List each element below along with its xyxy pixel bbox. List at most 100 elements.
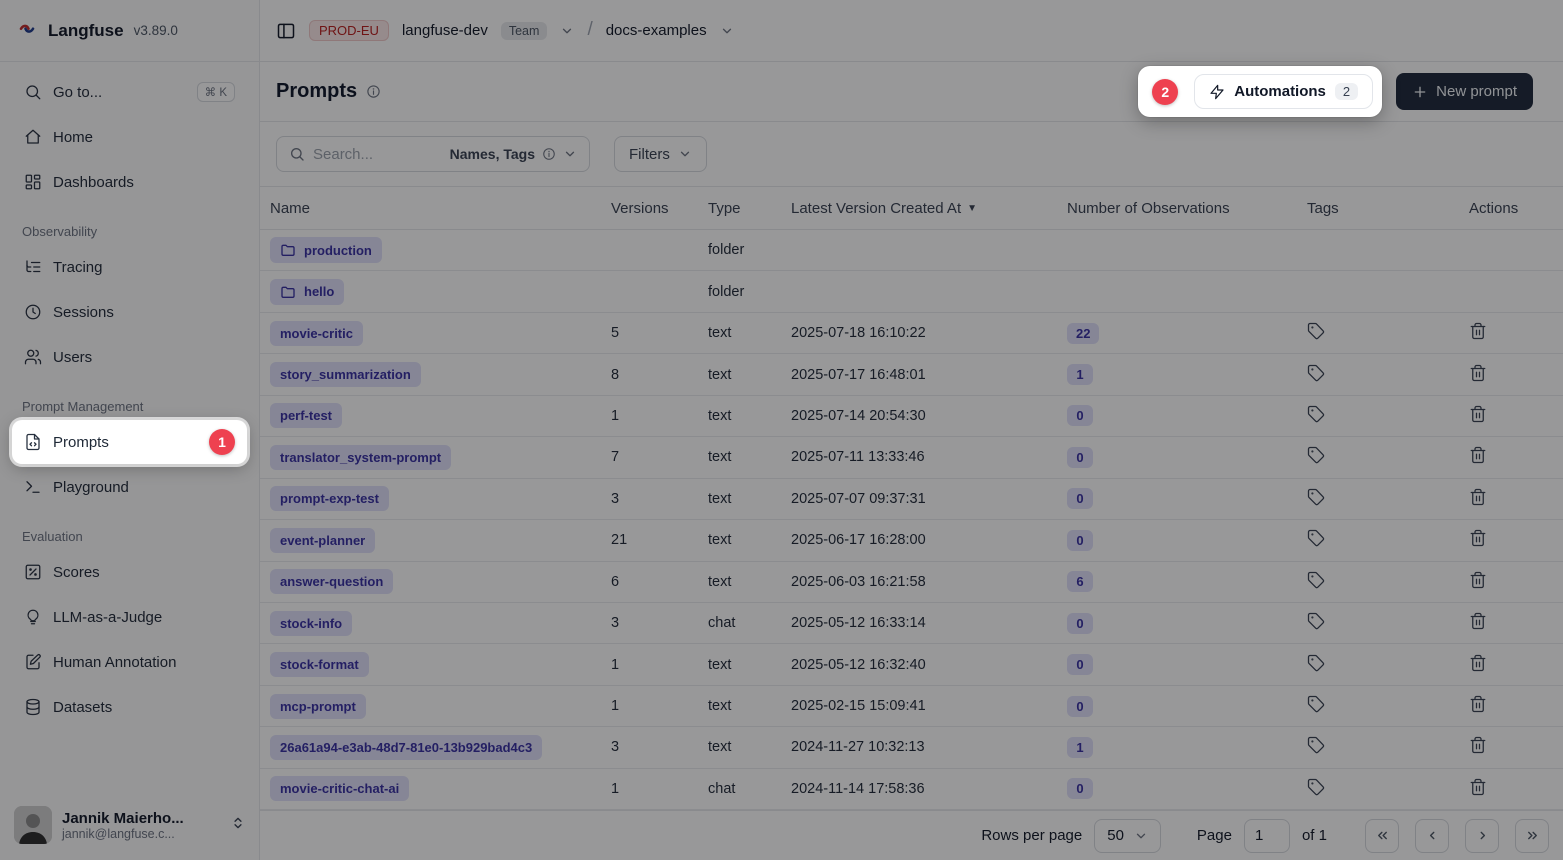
delete-button[interactable] <box>1469 529 1487 547</box>
delete-button[interactable] <box>1469 778 1487 796</box>
prompt-name-link[interactable]: movie-critic-chat-ai <box>270 776 409 801</box>
sidebar-nav: Go to... ⌘ K Home Dashboards Observabili… <box>0 62 259 794</box>
info-icon <box>542 147 556 161</box>
search-input[interactable] <box>313 146 442 163</box>
col-name[interactable]: Name <box>270 200 611 217</box>
created-cell: 2025-07-14 20:54:30 <box>791 408 1067 424</box>
annotation-badge-1: 1 <box>209 429 235 455</box>
first-page-button[interactable] <box>1365 819 1399 853</box>
automations-button[interactable]: Automations 2 <box>1194 74 1373 109</box>
versions-cell: 1 <box>611 657 708 673</box>
tag-icon[interactable] <box>1307 612 1325 630</box>
tag-icon[interactable] <box>1307 364 1325 382</box>
prompt-name-link[interactable]: event-planner <box>270 528 375 553</box>
prompt-name-link[interactable]: mcp-prompt <box>270 694 366 719</box>
type-cell: chat <box>708 781 791 797</box>
delete-button[interactable] <box>1469 322 1487 340</box>
user-menu[interactable]: Jannik Maierho... jannik@langfuse.c... <box>0 794 259 860</box>
delete-button[interactable] <box>1469 405 1487 423</box>
automations-count-badge: 2 <box>1335 83 1358 100</box>
prompt-name-link[interactable]: stock-format <box>270 652 369 677</box>
tag-icon[interactable] <box>1307 488 1325 506</box>
prompt-name: event-planner <box>280 533 365 548</box>
prompt-name-link[interactable]: 26a61a94-e3ab-48d7-81e0-13b929bad4c3 <box>270 735 542 760</box>
sidebar-item-prompts[interactable]: Prompts 1 <box>12 420 247 464</box>
col-type[interactable]: Type <box>708 200 791 217</box>
sidebar-item-datasets[interactable]: Datasets <box>12 689 247 725</box>
chevron-down-icon[interactable] <box>720 24 734 38</box>
col-tags[interactable]: Tags <box>1307 200 1469 217</box>
last-page-button[interactable] <box>1515 819 1549 853</box>
prompt-name-link[interactable]: perf-test <box>270 403 342 428</box>
tag-icon[interactable] <box>1307 405 1325 423</box>
info-icon[interactable] <box>366 84 381 99</box>
prompt-name: stock-format <box>280 657 359 672</box>
observations-badge: 0 <box>1067 530 1093 551</box>
search-box[interactable]: Names, Tags <box>276 136 590 172</box>
prev-page-button[interactable] <box>1415 819 1449 853</box>
created-cell: 2025-07-18 16:10:22 <box>791 325 1067 341</box>
users-icon <box>24 348 42 366</box>
next-page-button[interactable] <box>1465 819 1499 853</box>
delete-button[interactable] <box>1469 446 1487 464</box>
sidebar-item-playground[interactable]: Playground <box>12 469 247 505</box>
tag-icon[interactable] <box>1307 571 1325 589</box>
table-row: 26a61a94-e3ab-48d7-81e0-13b929bad4c3 3 t… <box>260 727 1563 768</box>
search-scope-dropdown[interactable]: Names, Tags <box>450 146 577 162</box>
type-cell: text <box>708 491 791 507</box>
zap-icon <box>1209 84 1225 100</box>
delete-button[interactable] <box>1469 364 1487 382</box>
prompt-name-link[interactable]: translator_system-prompt <box>270 445 451 470</box>
prompt-name-link[interactable]: stock-info <box>270 611 352 636</box>
tag-icon[interactable] <box>1307 778 1325 796</box>
filters-button[interactable]: Filters <box>614 136 707 172</box>
sidebar-item-home[interactable]: Home <box>12 119 247 155</box>
prompt-name-link[interactable]: production <box>270 237 382 263</box>
page-number-input[interactable] <box>1244 819 1290 853</box>
rows-per-page-select[interactable]: 50 <box>1094 819 1161 853</box>
new-prompt-button[interactable]: New prompt <box>1396 73 1533 110</box>
delete-button[interactable] <box>1469 488 1487 506</box>
chevron-down-icon[interactable] <box>560 24 574 38</box>
prompt-name-link[interactable]: hello <box>270 279 344 305</box>
col-created[interactable]: Latest Version Created At▼ <box>791 200 1067 217</box>
tag-icon[interactable] <box>1307 446 1325 464</box>
sidebar-item-dashboards[interactable]: Dashboards <box>12 164 247 200</box>
prompt-name-link[interactable]: movie-critic <box>270 321 363 346</box>
created-cell: 2024-11-27 10:32:13 <box>791 739 1067 755</box>
col-observations[interactable]: Number of Observations <box>1067 200 1307 217</box>
sidebar-item-users[interactable]: Users <box>12 339 247 375</box>
sidebar-item-sessions[interactable]: Sessions <box>12 294 247 330</box>
sidebar-item-label: Users <box>53 349 92 366</box>
tag-icon[interactable] <box>1307 736 1325 754</box>
type-cell: text <box>708 657 791 673</box>
delete-button[interactable] <box>1469 736 1487 754</box>
sidebar-item-goto[interactable]: Go to... ⌘ K <box>12 74 247 110</box>
sidebar-item-llm-judge[interactable]: LLM-as-a-Judge <box>12 599 247 635</box>
sidebar-item-label: Scores <box>53 564 100 581</box>
environment-badge: PROD-EU <box>309 20 389 41</box>
sidebar-item-tracing[interactable]: Tracing <box>12 249 247 285</box>
tag-icon[interactable] <box>1307 695 1325 713</box>
project-name[interactable]: docs-examples <box>606 22 707 39</box>
sidebar-item-scores[interactable]: Scores <box>12 554 247 590</box>
user-email: jannik@langfuse.c... <box>62 827 184 841</box>
prompt-name-link[interactable]: story_summarization <box>270 362 421 387</box>
prompt-name-link[interactable]: answer-question <box>270 569 393 594</box>
org-name[interactable]: langfuse-dev <box>402 22 488 39</box>
sidebar-item-human-annotation[interactable]: Human Annotation <box>12 644 247 680</box>
delete-button[interactable] <box>1469 654 1487 672</box>
tag-icon[interactable] <box>1307 322 1325 340</box>
tag-icon[interactable] <box>1307 529 1325 547</box>
delete-button[interactable] <box>1469 612 1487 630</box>
delete-button[interactable] <box>1469 571 1487 589</box>
plus-icon <box>1412 84 1428 100</box>
versions-cell: 5 <box>611 325 708 341</box>
col-versions[interactable]: Versions <box>611 200 708 217</box>
prompt-name-link[interactable]: prompt-exp-test <box>270 486 389 511</box>
sidebar-toggle-button[interactable] <box>276 21 296 41</box>
tag-icon[interactable] <box>1307 654 1325 672</box>
type-cell: text <box>708 367 791 383</box>
delete-button[interactable] <box>1469 695 1487 713</box>
versions-cell: 1 <box>611 408 708 424</box>
